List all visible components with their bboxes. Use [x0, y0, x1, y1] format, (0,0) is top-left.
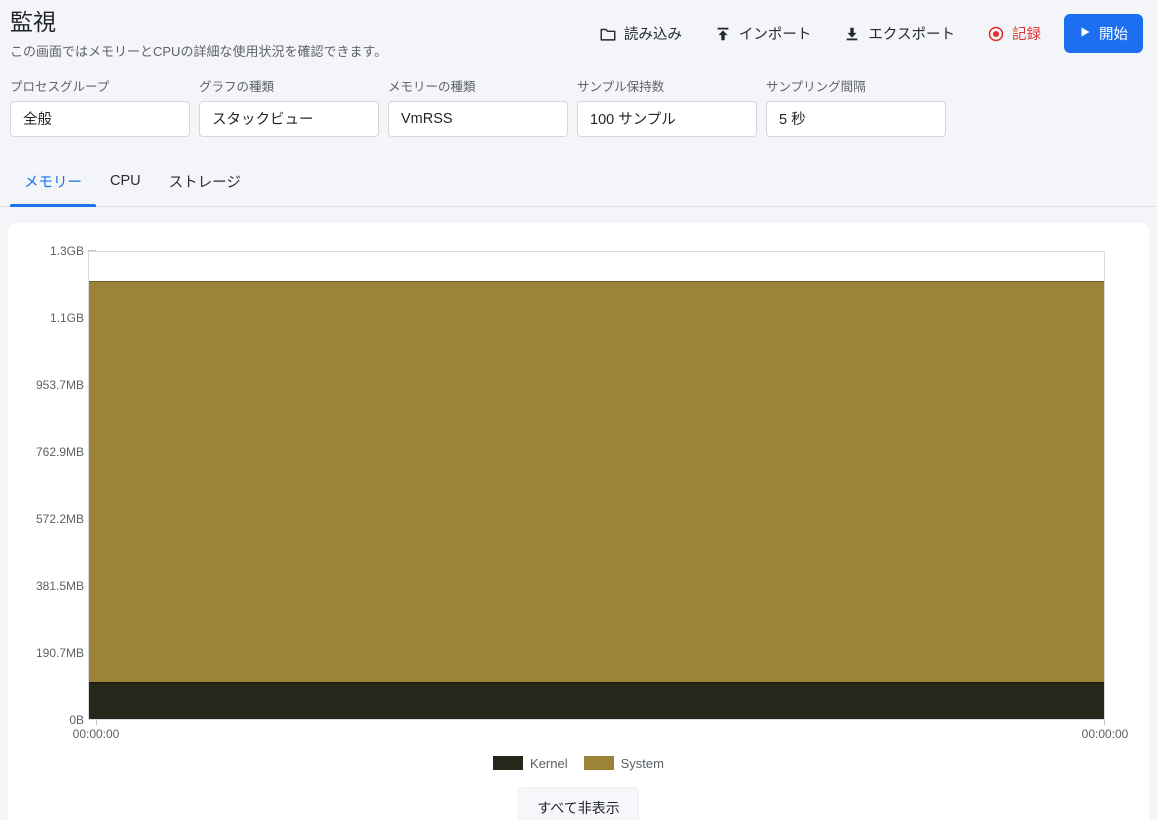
filter-label: サンプリング間隔: [766, 76, 946, 95]
chart-plot: [88, 251, 1105, 720]
download-icon: [843, 25, 861, 43]
y-tick-label: 0B: [69, 713, 88, 727]
chart-card: 1.3GB 1.1GB 953.7MB 762.9MB 572.2MB 381.5MB 19…: [8, 223, 1149, 820]
y-tick-label: 953.7MB: [36, 378, 88, 392]
page-header: 監視 この画面ではメモリーとCPUの詳細な使用状況を確認できます。 読み込み イ…: [0, 0, 1157, 60]
legend-item-system[interactable]: System: [584, 756, 664, 771]
export-button[interactable]: エクスポート: [834, 16, 964, 51]
page-subtitle: この画面ではメモリーとCPUの詳細な使用状況を確認できます。: [10, 41, 387, 60]
export-button-label: エクスポート: [868, 23, 955, 44]
y-tick-label: 1.1GB: [50, 311, 88, 325]
hide-all-button[interactable]: すべて非表示: [518, 787, 638, 820]
import-button-label: インポート: [739, 23, 812, 44]
filter-group-graph-type: グラフの種類: [199, 76, 379, 137]
x-axis: 00:00:00 00:00:00: [88, 720, 1105, 744]
import-button[interactable]: インポート: [705, 16, 821, 51]
tab-storage[interactable]: ストレージ: [155, 159, 255, 206]
legend-item-kernel[interactable]: Kernel: [493, 756, 568, 771]
area-system: [89, 281, 1104, 683]
filter-row: プロセスグループ グラフの種類 メモリーの種類 サンプル保持数 サンプリング間隔: [10, 76, 1157, 137]
filter-memory-type-input[interactable]: [388, 101, 568, 137]
y-tick-label: 572.2MB: [36, 512, 88, 526]
record-button[interactable]: 記録: [978, 16, 1050, 51]
folder-icon: [599, 25, 617, 43]
legend-swatch-system: [584, 756, 614, 770]
page-title: 監視: [10, 8, 387, 38]
record-button-label: 記録: [1012, 23, 1041, 44]
filter-label: メモリーの種類: [388, 76, 568, 95]
tab-cpu[interactable]: CPU: [96, 159, 155, 206]
tab-memory[interactable]: メモリー: [10, 159, 96, 206]
x-tick-mark-start: [96, 720, 97, 725]
x-tick-start: 00:00:00: [73, 727, 120, 741]
load-button-label: 読み込み: [624, 23, 682, 44]
start-button-label: 開始: [1099, 23, 1128, 44]
y-tick-label: 762.9MB: [36, 445, 88, 459]
area-kernel: [89, 682, 1104, 719]
start-button[interactable]: 開始: [1064, 14, 1143, 53]
filter-group-process: プロセスグループ: [10, 76, 190, 137]
filter-sampling-interval-input[interactable]: [766, 101, 946, 137]
tab-bar: メモリー CPU ストレージ: [0, 159, 1157, 207]
header-text: 監視 この画面ではメモリーとCPUの詳細な使用状況を確認できます。: [10, 8, 387, 60]
filter-group-memory-type: メモリーの種類: [388, 76, 568, 137]
filter-group-sample-count: サンプル保持数: [577, 76, 757, 137]
chart-wrap: 1.3GB1.1GB953.7MB762.9MB572.2MB381.5MB19…: [8, 251, 1149, 744]
upload-icon: [714, 25, 732, 43]
filter-label: プロセスグループ: [10, 76, 190, 95]
filter-group-sampling-interval: サンプリング間隔: [766, 76, 946, 137]
record-icon: [987, 25, 1005, 43]
y-axis: 1.3GB1.1GB953.7MB762.9MB572.2MB381.5MB19…: [8, 251, 96, 720]
legend-label: System: [621, 756, 664, 771]
legend-label: Kernel: [530, 756, 568, 771]
legend: Kernel System: [8, 756, 1149, 771]
legend-swatch-kernel: [493, 756, 523, 770]
hide-all-row: すべて非表示: [8, 787, 1149, 820]
load-button[interactable]: 読み込み: [590, 16, 691, 51]
filter-label: グラフの種類: [199, 76, 379, 95]
x-tick-end: 00:00:00: [1082, 727, 1129, 741]
x-tick-mark-end: [1104, 720, 1105, 725]
y-tick-label: 1.3GB: [50, 244, 88, 258]
filter-sample-count-input[interactable]: [577, 101, 757, 137]
y-tick-label: 190.7MB: [36, 646, 88, 660]
play-icon: [1079, 26, 1091, 42]
filter-label: サンプル保持数: [577, 76, 757, 95]
toolbar: 読み込み インポート エクスポート 記録 開始: [590, 14, 1143, 53]
y-tick-label: 381.5MB: [36, 579, 88, 593]
filter-process-group-input[interactable]: [10, 101, 190, 137]
filter-graph-type-input[interactable]: [199, 101, 379, 137]
